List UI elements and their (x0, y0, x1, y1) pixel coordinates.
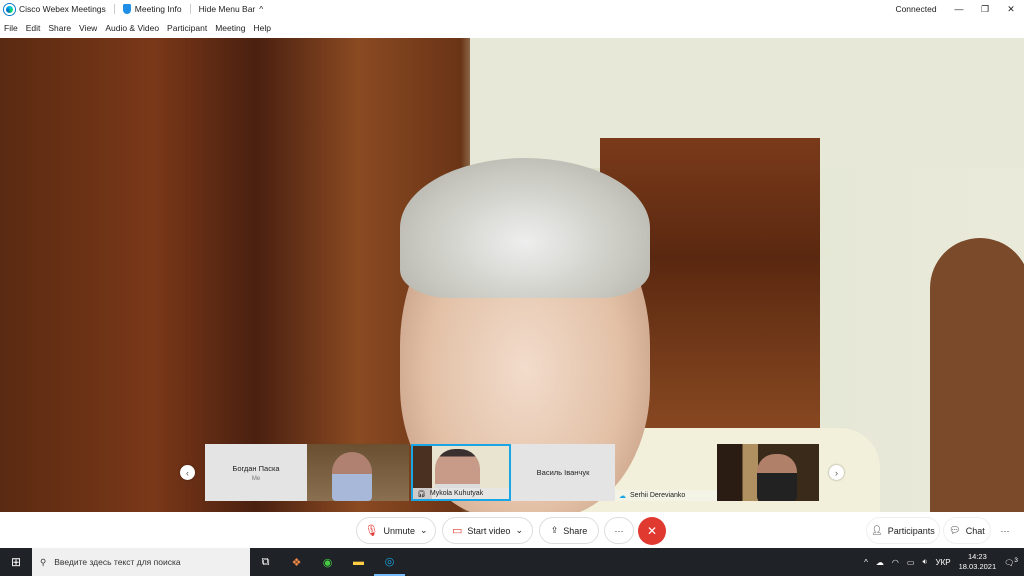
date: 18.03.2021 (959, 562, 997, 572)
person-icon: 👤︎ (871, 525, 882, 536)
active-speaker-video (0, 38, 1024, 512)
person (332, 452, 372, 501)
app-title: Cisco Webex Meetings (4, 4, 106, 15)
share-icon: ⇪ (551, 525, 559, 536)
menu-file[interactable]: File (4, 23, 18, 33)
windows-taskbar: ⊞ ⚲Введите здесь текст для поиска ⧉ ❖ ◉ … (0, 548, 1024, 576)
chevron-up-icon: ^ (259, 4, 263, 14)
thumbnails-next-button[interactable]: › (829, 465, 844, 480)
wifi-icon[interactable]: ◠ (892, 558, 899, 567)
thumbnail-participant[interactable]: ☁ Serhii Derevianko (615, 444, 717, 501)
chevron-down-icon[interactable]: ⌄ (515, 525, 523, 536)
more-options-button[interactable]: ··· (604, 517, 634, 544)
thumbnail-active[interactable]: 🎧︎ Mykola Kuhutyak (411, 444, 511, 501)
start-video-button[interactable]: ▭Start video⌄ (442, 517, 533, 544)
control-bar: 🎙︎Unmute⌄ ▭Start video⌄ ⇪Share ··· 👤︎Par… (0, 512, 1024, 548)
search-icon: ⚲ (40, 557, 46, 568)
menu-share[interactable]: Share (48, 23, 71, 33)
menu-edit[interactable]: Edit (26, 23, 41, 33)
notification-count: 3 (1014, 557, 1018, 564)
chrome-icon[interactable]: ◉ (312, 548, 343, 576)
meeting-info-button[interactable]: Meeting Info (123, 4, 182, 14)
onedrive-icon[interactable]: ☁ (876, 558, 884, 567)
battery-icon[interactable]: ▭ (907, 558, 915, 567)
title-bar: Cisco Webex Meetings Meeting Info Hide M… (0, 0, 1024, 18)
thumbnail-self[interactable]: Богдан Паска Me (205, 444, 307, 501)
thumbnail-participant[interactable]: Василь Іванчук (511, 444, 615, 501)
participant-name: Богдан Паска (232, 464, 279, 473)
participant-name: Василь Іванчук (537, 468, 590, 477)
menu-help[interactable]: Help (253, 23, 270, 33)
divider (190, 4, 191, 14)
volume-icon[interactable]: 🔉︎ (922, 557, 927, 567)
panel-more-button[interactable]: ··· (994, 517, 1016, 544)
video-chair (930, 238, 1024, 512)
hide-menu-bar-button[interactable]: Hide Menu Bar^ (199, 4, 264, 14)
me-label: Me (252, 476, 260, 482)
chevron-down-icon[interactable]: ⌄ (420, 525, 428, 536)
language-indicator[interactable]: УКР (936, 558, 951, 567)
thumbnail-strip: Богдан Паска Me 🎧︎ Mykola Kuhutyak Василь… (205, 444, 819, 501)
time: 14:23 (959, 552, 997, 562)
restore-icon[interactable]: ❐ (972, 4, 998, 15)
connection-status: Connected (886, 4, 946, 14)
menu-meeting[interactable]: Meeting (215, 23, 245, 33)
unmute-button[interactable]: 🎙︎Unmute⌄ (356, 517, 436, 544)
app-icon[interactable]: ❖ (281, 548, 312, 576)
video-off-icon: ▭ (452, 524, 462, 537)
system-tray: ^ ☁ ◠ ▭ 🔉︎ УКР 14:2318.03.2021 🗨︎3 (864, 548, 1024, 576)
person (757, 454, 797, 501)
thumbnails-prev-button[interactable]: ‹ (180, 465, 195, 480)
headset-icon: 🎧︎ (417, 490, 426, 498)
close-icon[interactable]: ✕ (998, 4, 1024, 15)
name-bar: 🎧︎ Mykola Kuhutyak (413, 488, 509, 499)
share-button[interactable]: ⇪Share (539, 517, 599, 544)
mic-muted-icon: 🎙︎ (364, 524, 378, 537)
divider (114, 4, 115, 14)
taskbar-search-input[interactable]: ⚲Введите здесь текст для поиска (32, 548, 250, 576)
webex-taskbar-icon[interactable]: ◎ (374, 548, 405, 576)
participant-name: Serhii Derevianko (630, 492, 685, 499)
file-explorer-icon[interactable]: ▬ (343, 548, 374, 576)
participants-button[interactable]: 👤︎Participants (866, 517, 940, 544)
clock[interactable]: 14:2318.03.2021 (959, 552, 997, 572)
minimize-icon[interactable]: — (946, 4, 972, 14)
shield-icon (123, 4, 131, 14)
close-icon: ✕ (647, 524, 657, 538)
menu-bar: File Edit Share View Audio & Video Parti… (0, 18, 1024, 38)
windows-start-icon[interactable]: ⊞ (0, 555, 32, 569)
chat-icon: 💬︎ (949, 525, 960, 536)
menu-view[interactable]: View (79, 23, 97, 33)
end-call-button[interactable]: ✕ (638, 517, 666, 545)
menu-audio-video[interactable]: Audio & Video (105, 23, 159, 33)
task-view-icon[interactable]: ⧉ (250, 548, 281, 576)
chat-button[interactable]: 💬︎Chat (943, 517, 991, 544)
participant-name: Mykola Kuhutyak (430, 490, 483, 497)
notifications-icon[interactable]: 🗨︎3 (1004, 557, 1018, 568)
video-hair (400, 158, 650, 298)
tray-expand-icon[interactable]: ^ (864, 558, 868, 567)
audio-icon: ☁ (619, 492, 626, 500)
webex-logo-icon (4, 4, 15, 15)
menu-participant[interactable]: Participant (167, 23, 207, 33)
name-bar: ☁ Serhii Derevianko (615, 490, 717, 501)
thumbnail-video[interactable] (717, 444, 819, 501)
thumbnail-video[interactable] (307, 444, 409, 501)
